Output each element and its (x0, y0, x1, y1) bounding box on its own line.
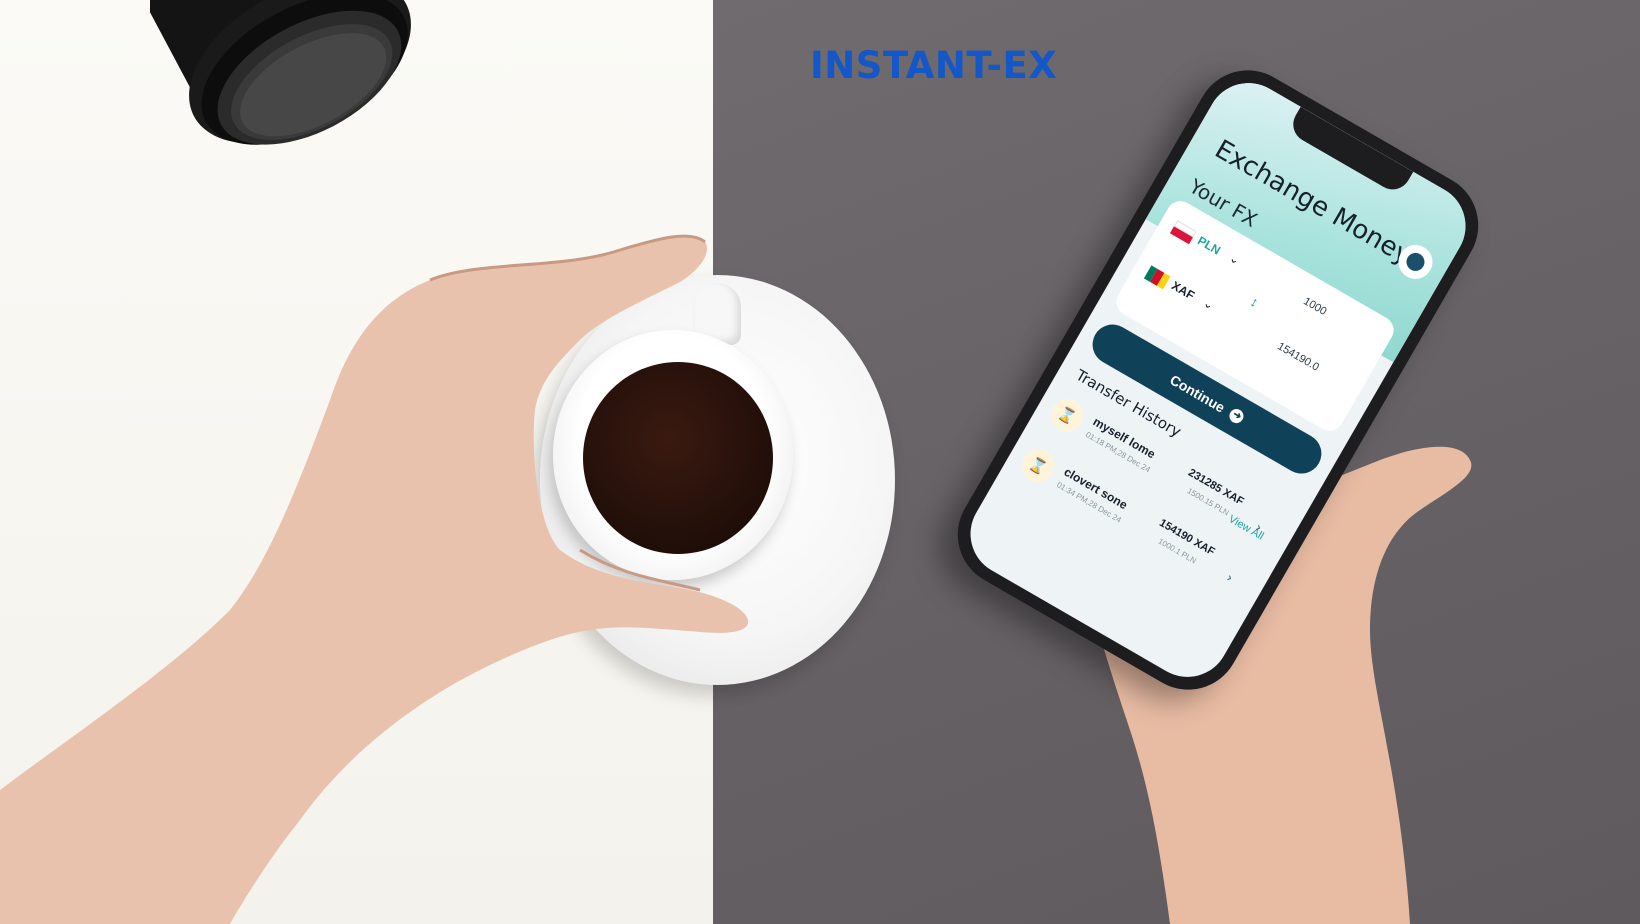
chevron-right-icon[interactable]: › (1254, 520, 1264, 534)
hourglass-icon: ⌛ (1016, 443, 1060, 488)
cameroon-flag-icon (1143, 265, 1171, 290)
chevron-down-icon[interactable]: ⌄ (1201, 296, 1217, 313)
to-amount-value: 154190.0 (1275, 340, 1322, 374)
chevron-right-icon[interactable]: › (1225, 570, 1235, 584)
from-amount-input[interactable]: 1000 (1301, 295, 1328, 318)
photo-scene: INSTANT-EX Exchange Money Your FX PLN ⌄ … (0, 0, 1640, 924)
continue-label: Continue (1167, 371, 1228, 416)
hourglass-icon: ⌛ (1045, 393, 1089, 438)
to-currency-code: XAF (1169, 278, 1197, 303)
poland-flag-icon (1169, 220, 1197, 245)
camera-lens-icon (150, 0, 411, 145)
swap-arrows-icon[interactable]: ↕ (1247, 293, 1261, 310)
left-hand-illustration (0, 234, 749, 924)
brand-title: INSTANT-EX (810, 44, 1058, 87)
from-currency-code: PLN (1195, 233, 1223, 258)
arrow-right-icon: ➜ (1227, 406, 1247, 426)
user-icon (1403, 249, 1428, 275)
chevron-down-icon[interactable]: ⌄ (1227, 251, 1243, 268)
